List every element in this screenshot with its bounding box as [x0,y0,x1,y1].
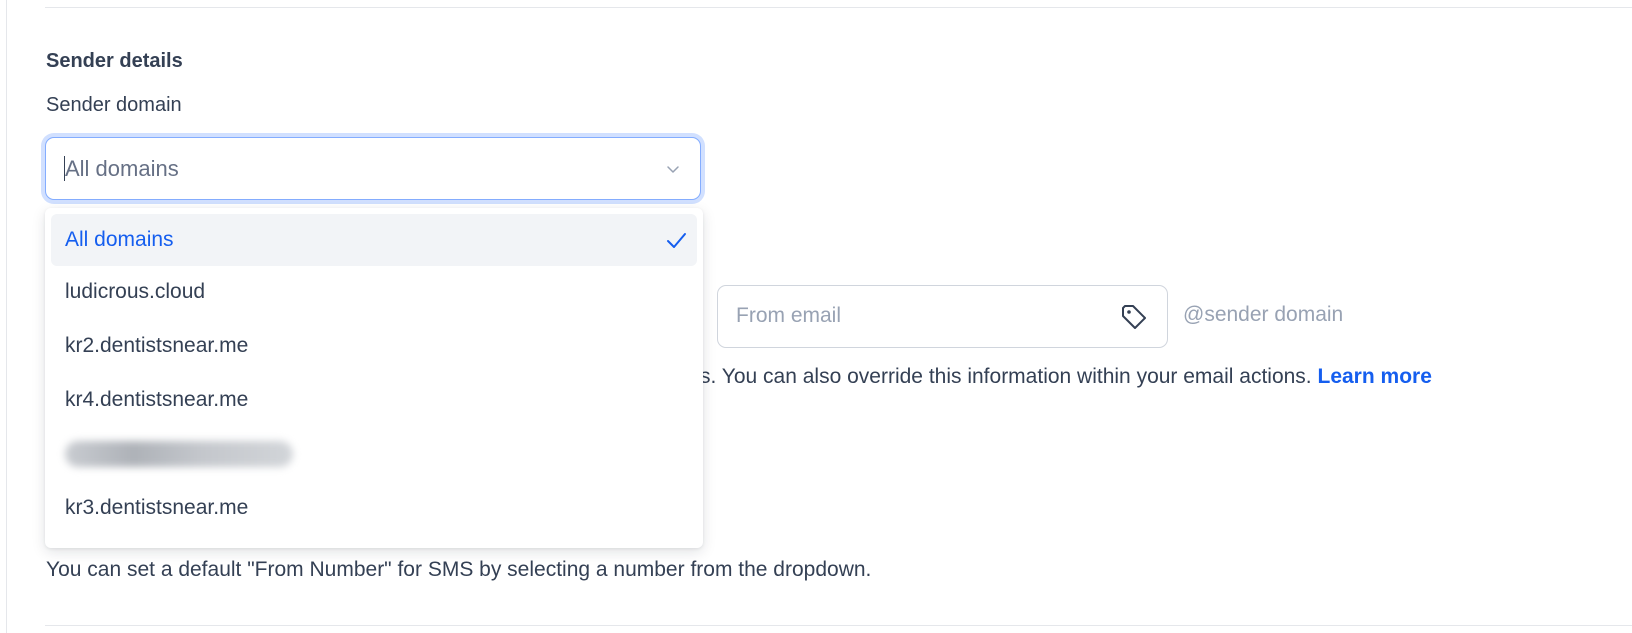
from-email-field[interactable] [717,285,1168,348]
option-label: kr2.dentistsnear.me [65,334,249,357]
sender-domain-select[interactable]: All domains [45,137,701,200]
dropdown-option-kr4[interactable]: kr4.dentistsnear.me [51,374,697,426]
sender-domain-dropdown: All domains ludicrous.cloud kr2.dentists… [45,208,703,548]
option-label: ludicrous.cloud [65,280,206,303]
section-divider-bottom [45,625,1632,626]
email-override-help-text: s. You can also override this informatio… [700,365,1312,388]
dropdown-option-ludicrous-cloud[interactable]: ludicrous.cloud [51,266,697,318]
sender-domain-label: Sender domain [46,94,182,116]
dropdown-option-all-domains[interactable]: All domains [51,214,697,266]
dropdown-option-kr2[interactable]: kr2.dentistsnear.me [51,320,697,372]
check-icon [667,233,686,248]
tag-icon[interactable] [1119,302,1149,332]
from-email-input[interactable] [736,304,1096,328]
sender-domain-select-value: All domains [65,156,179,181]
section-divider-top [45,7,1632,8]
settings-page: Sender details Sender domain All domains… [0,0,1632,633]
section-title: Sender details [46,50,183,72]
learn-more-link[interactable]: Learn more [1318,365,1432,388]
option-label: kr4.dentistsnear.me [65,388,249,411]
redacted-domain-blur [65,441,293,467]
dropdown-option-kr3[interactable]: kr3.dentistsnear.me [51,482,697,534]
option-label: kr3.dentistsnear.me [65,496,249,519]
sms-from-number-help: You can set a default "From Number" for … [46,558,872,581]
chevron-down-icon [667,166,679,173]
dropdown-option-redacted[interactable] [51,428,697,480]
option-label: All domains [65,228,174,251]
email-override-help: s. You can also override this informatio… [700,365,1432,389]
sender-domain-suffix: @sender domain [1183,303,1344,326]
left-border [6,0,7,633]
